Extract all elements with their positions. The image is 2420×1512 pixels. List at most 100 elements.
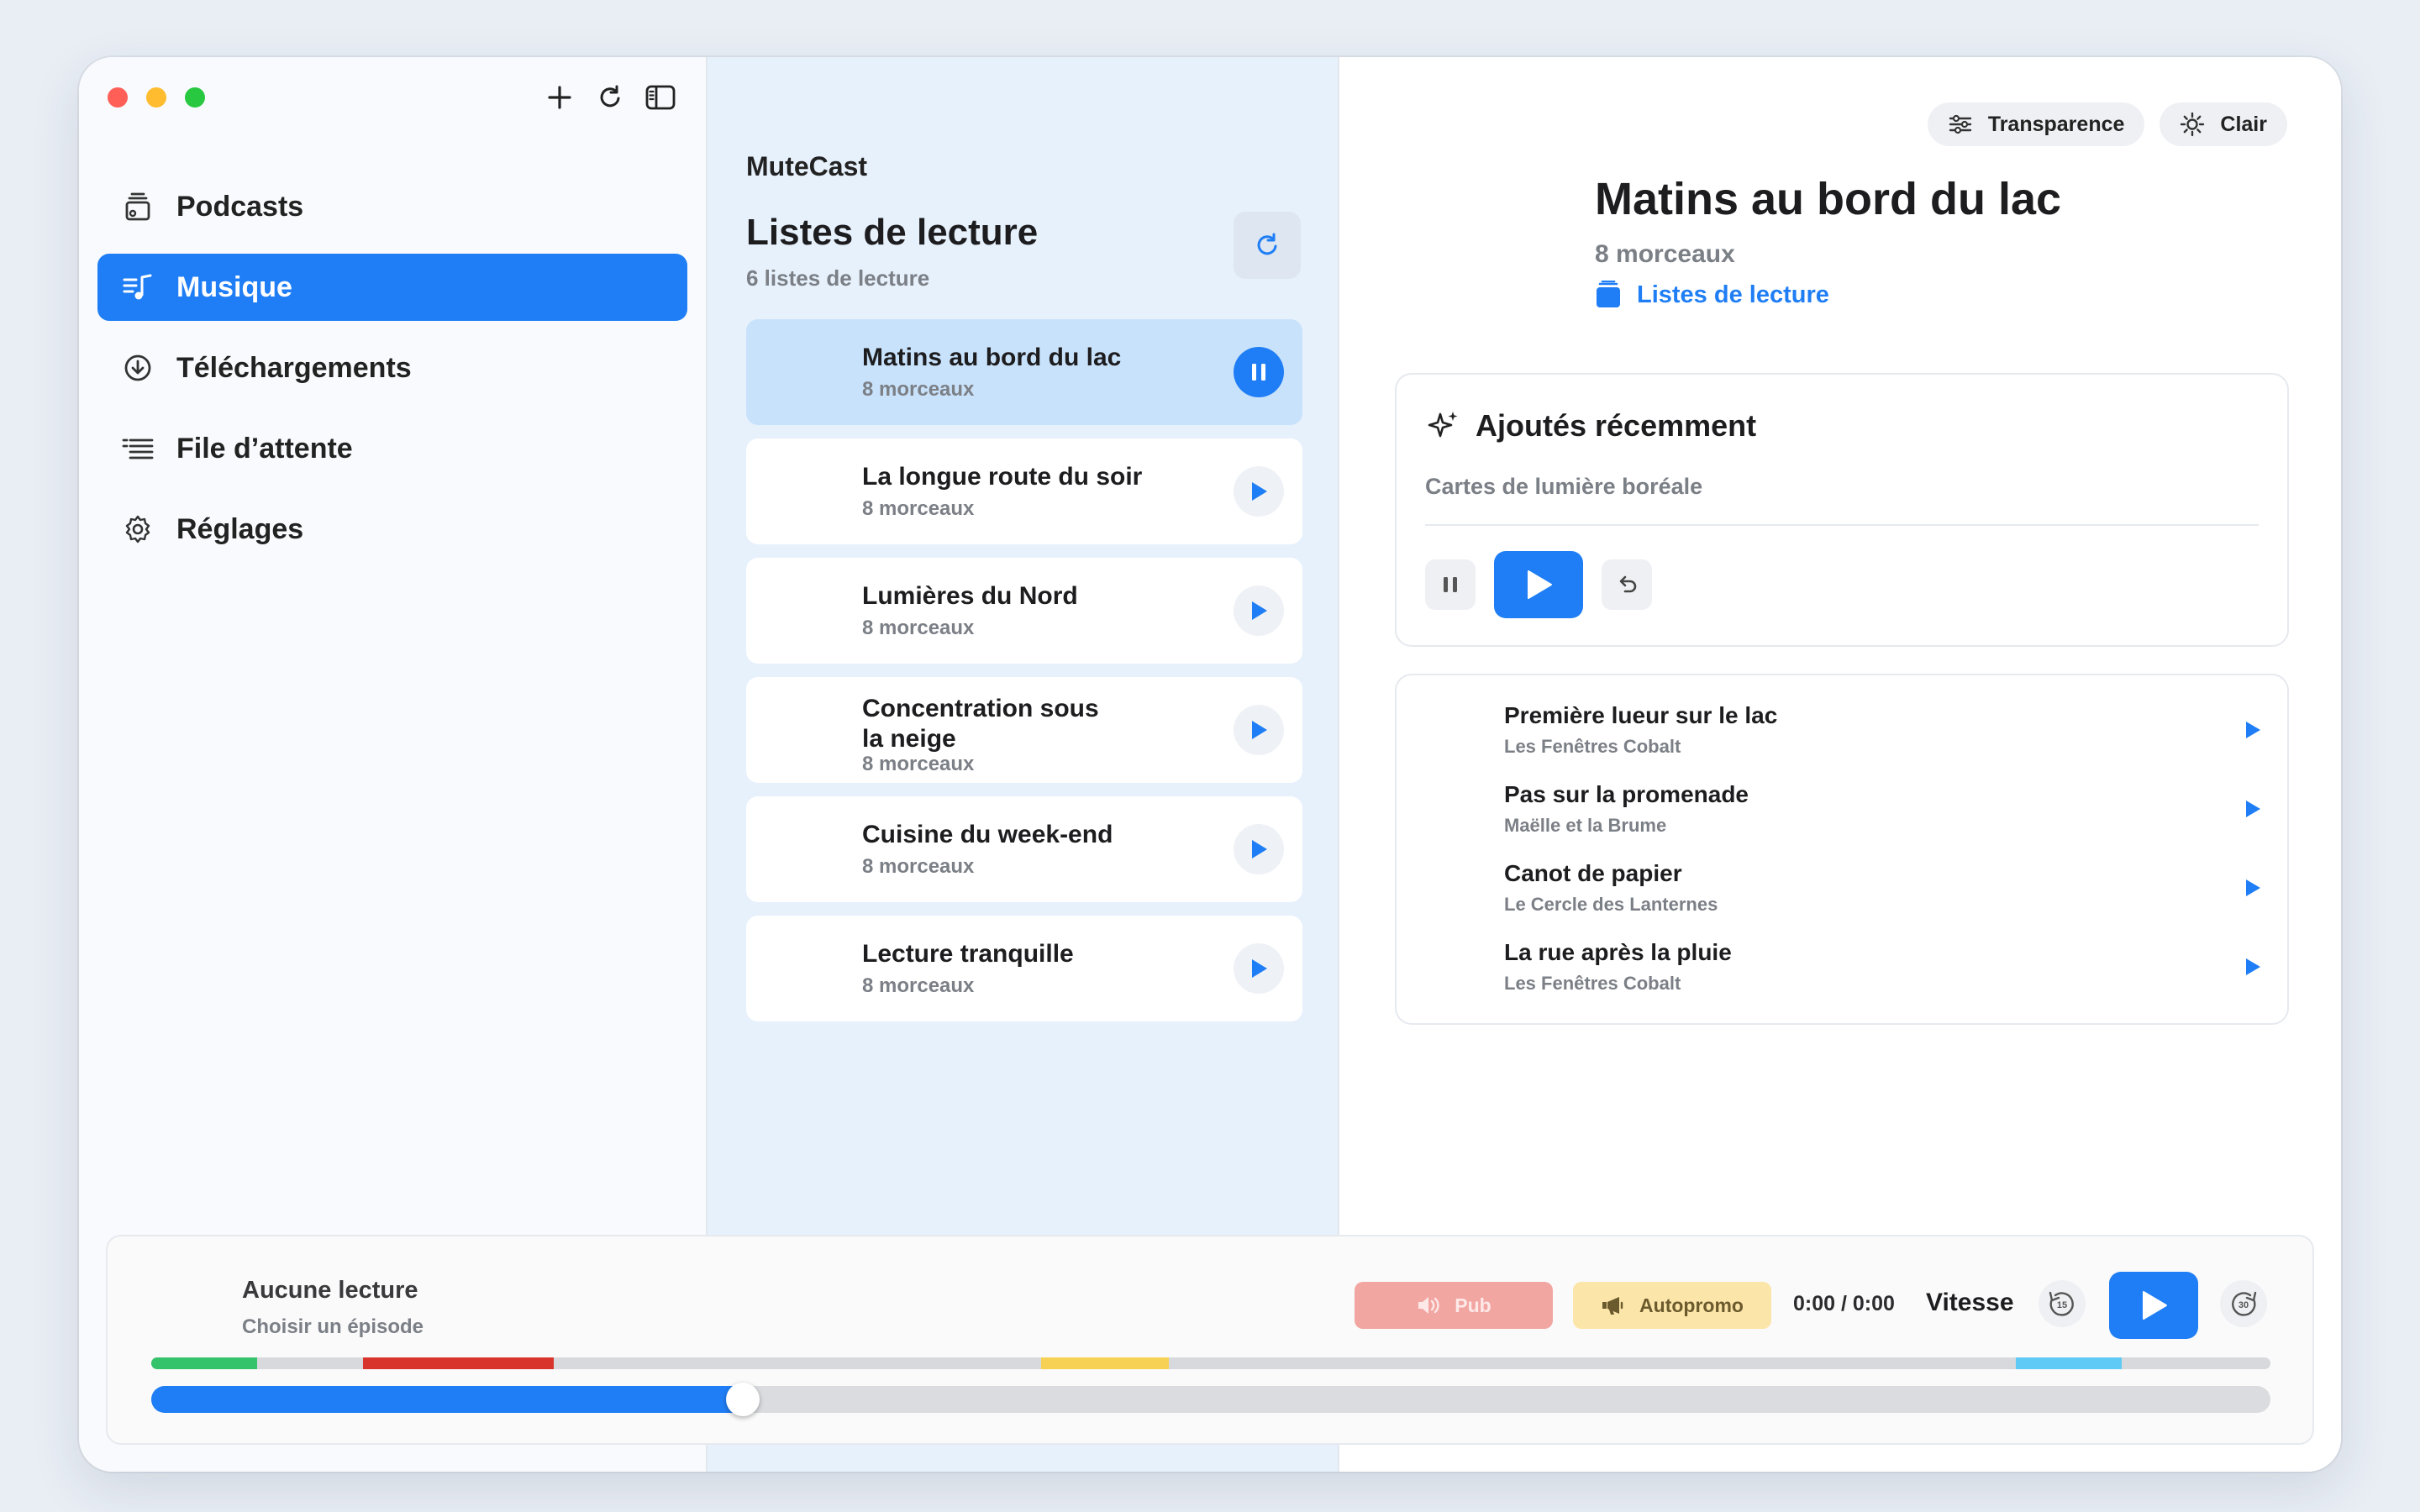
refresh-playlists-button[interactable]	[1234, 212, 1301, 279]
refresh-button[interactable]	[595, 82, 625, 113]
detail-track-count: 8 morceaux	[1595, 240, 1735, 268]
recently-added-title: Ajoutés récemment	[1476, 408, 1757, 443]
playlist-subtitle: 8 morceaux	[862, 617, 975, 639]
skip-promo-button[interactable]: Autopromo	[1573, 1282, 1771, 1329]
playlist-subtitle: 8 morceaux	[862, 753, 975, 775]
play-track-button[interactable]	[2244, 956, 2262, 982]
playlist-card[interactable]: La longue route du soir 8 morceaux	[746, 438, 1302, 544]
play-playlist-button[interactable]	[1234, 943, 1284, 994]
playlist-card[interactable]: Lecture tranquille 8 morceaux	[746, 916, 1302, 1021]
player-bar: Aucune lecture Choisir un épisode Pub Au…	[106, 1235, 2314, 1445]
playlist-subtitle: 8 morceaux	[862, 497, 975, 520]
playlist-title: Matins au bord du lac	[862, 344, 1122, 371]
track-artist: Les Fenêtres Cobalt	[1504, 736, 1681, 757]
skip-forward-button[interactable]: 30	[2220, 1280, 2267, 1327]
restart-button[interactable]	[1602, 559, 1652, 610]
sidebar-item-musique[interactable]: Musique	[97, 254, 687, 321]
recent-controls	[1425, 551, 1652, 618]
progress-knob[interactable]	[725, 1383, 760, 1416]
transparency-label: Transparence	[1987, 112, 2125, 136]
appearance-controls: Transparence Clair	[1927, 102, 2287, 146]
playlist-subtitle: 8 morceaux	[862, 378, 975, 401]
chapter-segment	[151, 1357, 258, 1369]
queue-list-icon	[121, 432, 155, 465]
sidebar-item-label: File d’attente	[176, 432, 353, 465]
play-playlist-button[interactable]	[1234, 585, 1284, 636]
pause-icon	[1252, 364, 1265, 381]
playlist-title: Lumières du Nord	[862, 582, 1078, 610]
play-icon	[1252, 721, 1267, 739]
sidebar-item-label: Téléchargements	[176, 351, 412, 384]
zoom-window-button[interactable]	[185, 87, 205, 108]
skip-back-button[interactable]: 15	[2039, 1280, 2086, 1327]
play-icon	[2246, 801, 2260, 817]
add-button[interactable]	[544, 82, 575, 113]
play-playlist-button[interactable]	[1234, 705, 1284, 755]
play-track-button[interactable]	[2244, 719, 2262, 745]
play-icon	[2246, 722, 2260, 738]
playlist-subtitle: 8 morceaux	[862, 855, 975, 878]
sparkles-icon	[1427, 409, 1460, 443]
sidebar-item-reglages[interactable]: Réglages	[97, 496, 687, 563]
sidebar-item-podcasts[interactable]: Podcasts	[97, 173, 687, 240]
play-icon	[2246, 958, 2260, 975]
sidebar-toolbar	[544, 82, 676, 113]
progress-slider[interactable]	[151, 1383, 2270, 1416]
playlist-title: Concentration sous la neige	[862, 695, 1099, 753]
track-title: Pas sur la promenade	[1504, 781, 1749, 807]
toggle-sidebar-button[interactable]	[645, 82, 676, 113]
track-artist: Le Cercle des Lanternes	[1504, 894, 1718, 915]
skip-back-value: 15	[2057, 1300, 2067, 1310]
app-name: MuteCast	[746, 151, 868, 181]
pause-playlist-button[interactable]	[1234, 347, 1284, 397]
play-icon	[1252, 482, 1267, 501]
playlist-subtitle: 8 morceaux	[862, 974, 975, 997]
play-playlist-button[interactable]	[1234, 824, 1284, 874]
podcast-stack-icon	[121, 190, 155, 223]
speed-button[interactable]: Vitesse	[1926, 1289, 2014, 1317]
playlists-link[interactable]: Listes de lecture	[1595, 281, 1829, 309]
close-window-button[interactable]	[108, 87, 128, 108]
theme-button[interactable]: Clair	[2160, 102, 2287, 146]
track-row[interactable]: La rue après la pluie Les Fenêtres Cobal…	[1504, 939, 2262, 1006]
track-row[interactable]: Canot de papier Le Cercle des Lanternes	[1504, 860, 2262, 927]
playlist-title: La longue route du soir	[862, 463, 1143, 491]
track-row[interactable]: Pas sur la promenade Maëlle et la Brume	[1504, 781, 2262, 848]
skip-forward-value: 30	[2238, 1300, 2249, 1310]
now-playing-title: Aucune lecture	[242, 1277, 418, 1304]
play-icon	[2143, 1291, 2167, 1320]
music-list-icon	[121, 270, 155, 304]
track-artist: Maëlle et la Brume	[1504, 815, 1667, 836]
gear-icon	[121, 512, 155, 546]
skip-back-15-icon: 15	[2049, 1291, 2074, 1316]
sidebar-item-telechargements[interactable]: Téléchargements	[97, 334, 687, 402]
ad-label: Pub	[1455, 1294, 1491, 1316]
playlist-card[interactable]: Lumières du Nord 8 morceaux	[746, 558, 1302, 664]
play-playlist-button[interactable]	[1234, 466, 1284, 517]
playlist-card[interactable]: Matins au bord du lac 8 morceaux	[746, 319, 1302, 425]
theme-label: Clair	[2220, 112, 2267, 136]
pause-button[interactable]	[1425, 559, 1476, 610]
transparency-button[interactable]: Transparence	[1927, 102, 2145, 146]
chapter-segment	[1041, 1357, 1169, 1369]
recently-added-heading: Ajoutés récemment	[1427, 408, 1756, 444]
play-track-button[interactable]	[2244, 798, 2262, 824]
playlist-card[interactable]: Cuisine du week-end 8 morceaux	[746, 796, 1302, 902]
minimize-window-button[interactable]	[146, 87, 166, 108]
playlist-card[interactable]: Concentration sous la neige 8 morceaux	[746, 677, 1302, 783]
progress-fill	[151, 1386, 751, 1413]
chapter-segment	[2016, 1357, 2123, 1369]
play-track-button[interactable]	[2244, 877, 2262, 903]
refresh-icon	[1257, 233, 1277, 255]
window-controls	[108, 87, 205, 108]
playlist-list: Matins au bord du lac 8 morceaux La long…	[746, 319, 1302, 1035]
player-play-button[interactable]	[2109, 1272, 2198, 1339]
plus-icon	[548, 86, 571, 109]
skip-ad-button[interactable]: Pub	[1355, 1282, 1553, 1329]
track-row[interactable]: Première lueur sur le lac Les Fenêtres C…	[1504, 702, 2262, 769]
skip-forward-30-icon: 30	[2232, 1291, 2257, 1316]
playlists-title: Listes de lecture	[746, 212, 1039, 253]
play-button[interactable]	[1494, 551, 1583, 618]
sidebar-item-file-attente[interactable]: File d’attente	[97, 415, 687, 482]
track-artist: Les Fenêtres Cobalt	[1504, 973, 1681, 994]
